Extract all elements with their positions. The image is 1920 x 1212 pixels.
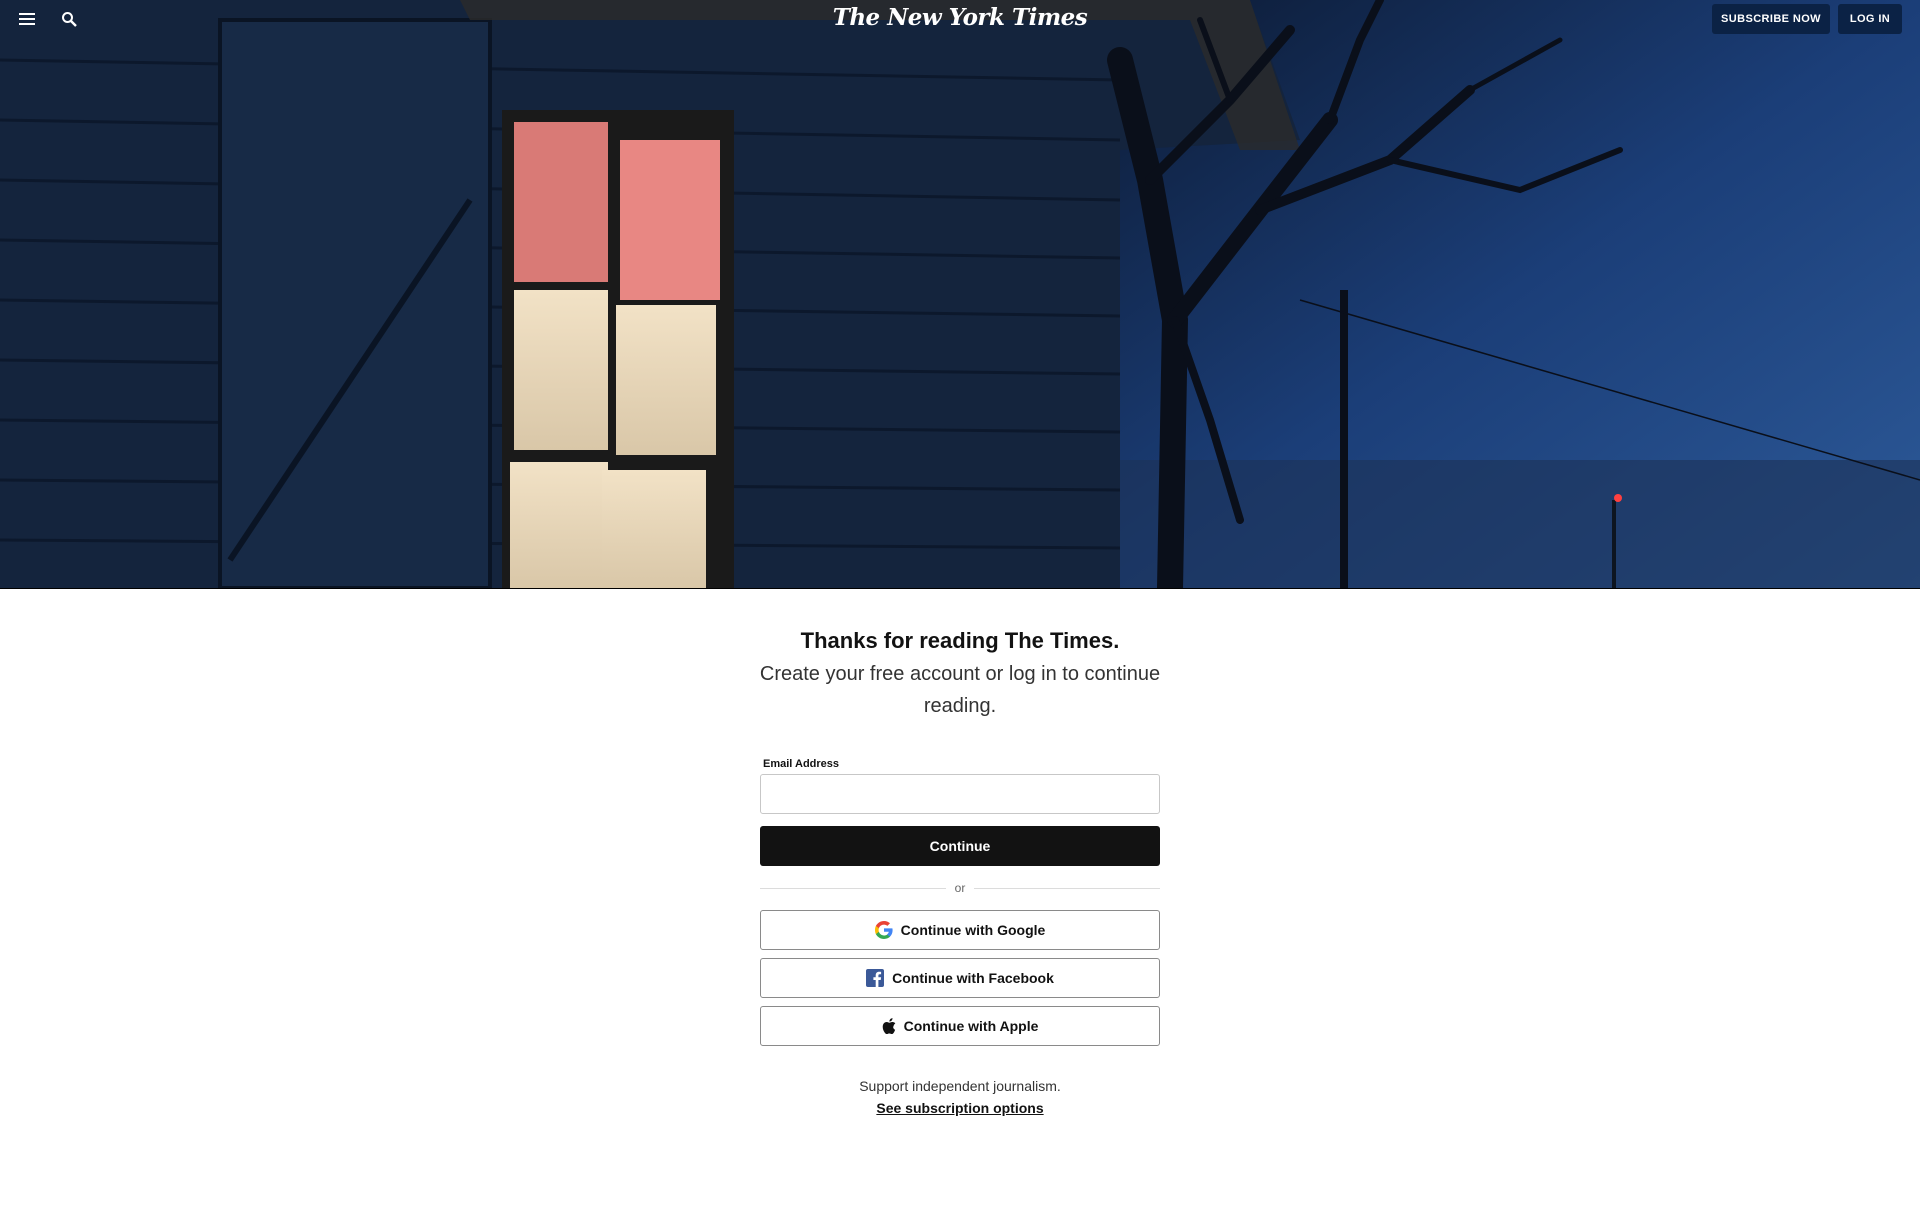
subscribe-button[interactable]: SUBSCRIBE NOW <box>1712 4 1830 34</box>
or-divider: or <box>760 881 1160 895</box>
email-label: Email Address <box>763 758 840 770</box>
nyt-logo[interactable]: The New York Times <box>0 4 1920 31</box>
hero-image <box>0 0 1920 589</box>
apple-login-button[interactable]: Continue with Apple <box>760 1006 1160 1046</box>
login-button[interactable]: LOG IN <box>1838 4 1902 34</box>
google-login-label: Continue with Google <box>900 922 1046 938</box>
google-login-button[interactable]: Continue with Google <box>760 910 1160 950</box>
divider-text: or <box>954 881 966 895</box>
page-title: Thanks for reading The Times. <box>800 628 1120 653</box>
support-text: Support independent journalism. <box>859 1078 1061 1094</box>
top-bar: The New York Times SUBSCRIBE NOW LOG IN <box>0 0 1920 38</box>
facebook-login-button[interactable]: Continue with Facebook <box>760 958 1160 998</box>
subscription-options-link[interactable]: See subscription options <box>760 1100 1160 1116</box>
facebook-icon <box>866 969 885 987</box>
apple-login-label: Continue with Apple <box>903 1018 1039 1034</box>
continue-button[interactable]: Continue <box>760 826 1160 866</box>
apple-icon <box>882 1018 896 1034</box>
google-icon <box>874 921 893 939</box>
facebook-login-label: Continue with Facebook <box>892 970 1054 986</box>
email-field[interactable] <box>760 774 1160 814</box>
page-subtitle: Create your free account or log in to co… <box>759 663 1161 717</box>
hero-photo <box>0 0 1920 588</box>
